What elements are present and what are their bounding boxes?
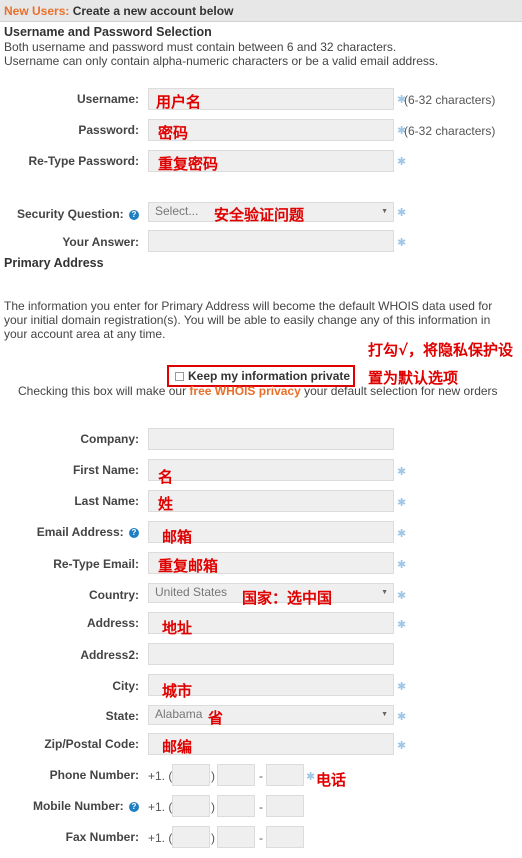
required-marker: ✱ bbox=[397, 559, 407, 571]
required-marker: ✱ bbox=[397, 681, 407, 693]
state-value: Alabama bbox=[155, 707, 203, 721]
password-hint: (6-32 characters) bbox=[404, 124, 496, 138]
username-annotation: 用户名 bbox=[156, 93, 202, 111]
mobile-prefix-input[interactable] bbox=[217, 795, 255, 817]
help-icon[interactable]: ? bbox=[129, 210, 139, 220]
fax-line-input[interactable] bbox=[266, 826, 304, 848]
required-marker: ✱ bbox=[397, 237, 407, 249]
required-marker: ✱ bbox=[397, 619, 407, 631]
zip-label: Zip/Postal Code: bbox=[44, 737, 139, 751]
company-input[interactable] bbox=[148, 428, 394, 450]
phone-paren: ) bbox=[211, 769, 215, 783]
privacy-annotation-line1: 打勾√，将隐私保护设 bbox=[368, 341, 514, 359]
retype-password-annotation: 重复密码 bbox=[158, 155, 219, 173]
help-icon[interactable]: ? bbox=[129, 802, 139, 812]
email-label: Email Address: ? bbox=[37, 525, 139, 539]
fax-dash: - bbox=[259, 831, 263, 845]
page-header: New Users: Create a new account below bbox=[0, 0, 522, 22]
username-hint: (6-32 characters) bbox=[404, 93, 496, 107]
first-name-input[interactable] bbox=[148, 459, 394, 481]
phone-line-input[interactable] bbox=[266, 764, 304, 786]
answer-label: Your Answer: bbox=[62, 235, 139, 249]
header-highlight: New Users: bbox=[4, 4, 70, 18]
primary-section-title: Primary Address bbox=[4, 256, 104, 270]
chevron-down-icon: ▼ bbox=[381, 208, 388, 215]
privacy-note: Checking this box will make our free WHO… bbox=[18, 384, 498, 398]
fax-paren: ) bbox=[211, 831, 215, 845]
last-name-annotation: 姓 bbox=[158, 495, 174, 513]
chevron-down-icon: ▼ bbox=[381, 589, 388, 596]
state-annotation: 省 bbox=[208, 709, 224, 727]
retype-email-annotation: 重复邮箱 bbox=[158, 557, 219, 575]
address2-label: Address2: bbox=[80, 648, 139, 662]
phone-label: Phone Number: bbox=[49, 768, 139, 782]
required-marker: ✱ bbox=[397, 528, 407, 540]
help-icon[interactable]: ? bbox=[129, 528, 139, 538]
required-marker: ✱ bbox=[397, 156, 407, 168]
required-marker: ✱ bbox=[397, 466, 407, 478]
fax-label: Fax Number: bbox=[65, 830, 139, 844]
mobile-label: Mobile Number: ? bbox=[33, 799, 139, 813]
phone-area-input[interactable] bbox=[172, 764, 210, 786]
fax-prefix: +1. ( bbox=[148, 831, 173, 845]
last-name-input[interactable] bbox=[148, 490, 394, 512]
country-label: Country: bbox=[89, 588, 139, 602]
required-marker: ✱ bbox=[397, 711, 407, 723]
credentials-section-title: Username and Password Selection bbox=[4, 25, 212, 39]
username-label: Username: bbox=[76, 92, 139, 106]
required-marker: ✱ bbox=[397, 590, 407, 602]
security-question-annotation: 安全验证问题 bbox=[214, 206, 305, 224]
phone-prefix-input[interactable] bbox=[217, 764, 255, 786]
zip-annotation: 邮编 bbox=[162, 738, 193, 756]
phone-dash: - bbox=[259, 769, 263, 783]
primary-desc: The information you enter for Primary Ad… bbox=[4, 299, 493, 341]
required-marker: ✱ bbox=[397, 497, 407, 509]
phone-annotation: 电话 bbox=[316, 771, 347, 789]
chevron-down-icon: ▼ bbox=[381, 711, 388, 718]
privacy-note-before: Checking this box will make our bbox=[18, 384, 190, 398]
mobile-label-text: Mobile Number: bbox=[32, 799, 124, 813]
required-marker: ✱ bbox=[306, 771, 316, 783]
state-select[interactable]: Alabama ▼ bbox=[148, 705, 394, 725]
password-label: Password: bbox=[78, 123, 139, 137]
security-question-value: Select... bbox=[155, 204, 199, 218]
country-annotation: 国家：选中国 bbox=[242, 589, 333, 607]
whois-privacy-link[interactable]: free WHOIS privacy bbox=[189, 384, 300, 398]
mobile-dash: - bbox=[259, 800, 263, 814]
phone-prefix: +1. ( bbox=[148, 769, 173, 783]
address-annotation: 地址 bbox=[162, 619, 193, 637]
city-annotation: 城市 bbox=[162, 682, 193, 700]
mobile-prefix: +1. ( bbox=[148, 800, 173, 814]
fax-prefix-input[interactable] bbox=[217, 826, 255, 848]
header-title: Create a new account below bbox=[72, 4, 234, 18]
country-value: United States bbox=[155, 585, 228, 599]
security-question-label: Security Question: ? bbox=[17, 207, 139, 221]
mobile-paren: ) bbox=[211, 800, 215, 814]
credentials-desc-1: Both username and password must contain … bbox=[4, 40, 397, 54]
first-name-annotation: 名 bbox=[158, 468, 174, 486]
email-annotation: 邮箱 bbox=[162, 528, 193, 546]
mobile-line-input[interactable] bbox=[266, 795, 304, 817]
address-label: Address: bbox=[86, 616, 139, 630]
company-label: Company: bbox=[80, 432, 139, 446]
required-marker: ✱ bbox=[397, 740, 407, 752]
password-annotation: 密码 bbox=[158, 124, 189, 142]
security-question-label-text: Security Question: bbox=[16, 207, 124, 221]
privacy-note-after: your default selection for new orders bbox=[300, 384, 498, 398]
fax-area-input[interactable] bbox=[172, 826, 210, 848]
privacy-label: Keep my information private bbox=[188, 369, 351, 383]
answer-input[interactable] bbox=[148, 230, 394, 252]
state-label: State: bbox=[105, 709, 139, 723]
address2-input[interactable] bbox=[148, 643, 394, 665]
last-name-label: Last Name: bbox=[74, 494, 139, 508]
first-name-label: First Name: bbox=[72, 463, 139, 477]
mobile-area-input[interactable] bbox=[172, 795, 210, 817]
required-marker: ✱ bbox=[397, 207, 407, 219]
retype-email-label: Re-Type Email: bbox=[53, 557, 139, 571]
retype-password-label: Re-Type Password: bbox=[28, 154, 139, 168]
credentials-desc-2: Username can only contain alpha-numeric … bbox=[4, 54, 439, 68]
email-label-text: Email Address: bbox=[36, 525, 124, 539]
privacy-checkbox[interactable] bbox=[175, 372, 184, 381]
city-label: City: bbox=[112, 679, 139, 693]
